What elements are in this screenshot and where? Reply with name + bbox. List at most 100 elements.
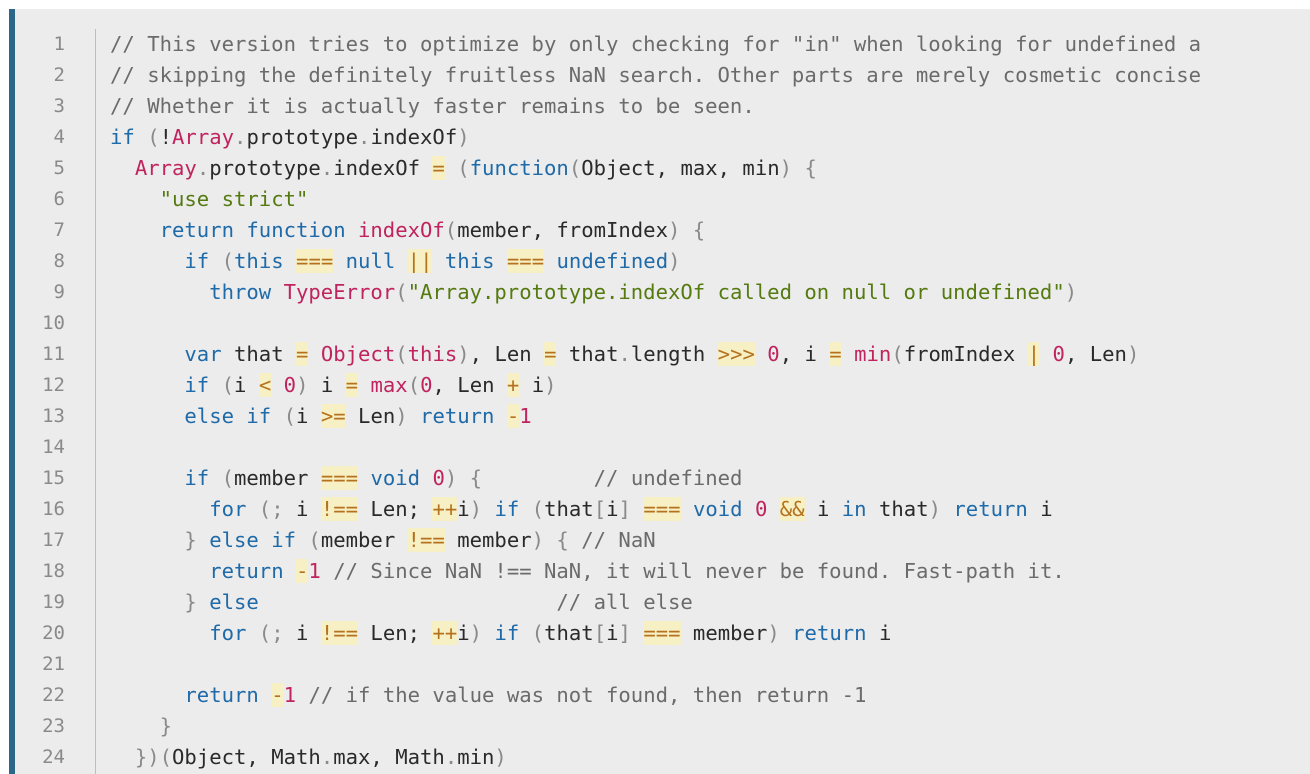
code-token: ( bbox=[395, 280, 408, 304]
code-token: if bbox=[184, 466, 210, 490]
code-token: === bbox=[320, 466, 359, 490]
code-token: i bbox=[1027, 497, 1053, 521]
code-line: // Whether it is actually faster remains… bbox=[110, 91, 1310, 122]
line-number: 2 bbox=[53, 64, 65, 86]
code-token: 0 bbox=[283, 373, 297, 397]
code-token: 0 bbox=[1052, 342, 1065, 366]
code-line: } bbox=[110, 711, 1310, 742]
code-token: 1 bbox=[308, 559, 321, 583]
code-line: else if (i >= Len) return -1 bbox=[110, 401, 1310, 432]
code-token: ( bbox=[519, 621, 545, 645]
code-token: else if bbox=[209, 528, 297, 552]
code-token: if bbox=[184, 373, 210, 397]
code-line: if (this === null || this === undefined) bbox=[110, 246, 1310, 277]
code-token: i bbox=[457, 621, 470, 645]
code-token: ) { bbox=[779, 156, 817, 180]
code-token: ( bbox=[209, 466, 235, 490]
code-token: 1 bbox=[283, 683, 297, 707]
line-number: 13 bbox=[42, 405, 65, 427]
code-token: member bbox=[234, 466, 321, 490]
line-number-gutter: 1 2 3 4 5 6 7 8 9 10 11 12 13 14 15 16 17 18 19 20 21 22 23 24 bbox=[15, 29, 92, 773]
code-token: null bbox=[345, 249, 396, 273]
code-line: return -1 // if the value was not found,… bbox=[110, 680, 1310, 711]
code-token: member, fromIndex bbox=[457, 218, 668, 242]
code-token: i bbox=[308, 373, 346, 397]
code-token: indexOf bbox=[358, 218, 445, 242]
code-token: . bbox=[320, 745, 334, 769]
code-token: Object bbox=[320, 342, 396, 366]
code-line: })(Object, Math.max, Math.min) bbox=[110, 742, 1310, 773]
code-token: >= bbox=[320, 404, 346, 428]
code-token: 0 bbox=[767, 342, 780, 366]
line-number: 21 bbox=[42, 653, 65, 675]
code-token: ) bbox=[494, 745, 507, 769]
line-number: 15 bbox=[42, 467, 65, 489]
code-token: "use strict" bbox=[159, 187, 309, 211]
code-token: return bbox=[420, 404, 495, 428]
code-token: !== bbox=[407, 528, 445, 552]
code-token: ) bbox=[457, 125, 470, 149]
code-token: ( bbox=[568, 156, 582, 180]
code-token: this bbox=[444, 249, 495, 273]
code-token: | bbox=[1027, 342, 1041, 366]
code-token: void bbox=[692, 497, 743, 521]
code-token: member bbox=[444, 528, 532, 552]
code-token: ) bbox=[544, 373, 557, 397]
code-token: min bbox=[854, 342, 892, 366]
line-number: 19 bbox=[42, 591, 65, 613]
code-token: return bbox=[184, 683, 259, 707]
code-token: member bbox=[320, 528, 408, 552]
code-token: return function bbox=[159, 218, 346, 242]
code-token: // all else bbox=[556, 590, 693, 614]
code-token: || bbox=[407, 249, 433, 273]
code-token: ) { bbox=[667, 218, 706, 242]
line-number: 5 bbox=[53, 157, 65, 179]
code-token: member bbox=[680, 621, 768, 645]
code-token: . bbox=[444, 745, 458, 769]
line-number: 17 bbox=[42, 529, 65, 551]
code-token: "Array.prototype.indexOf called on null … bbox=[407, 280, 1065, 304]
code-token: indexOf bbox=[370, 125, 458, 149]
code-token: Array bbox=[134, 156, 197, 180]
code-line: return function indexOf(member, fromInde… bbox=[110, 215, 1310, 246]
code-content[interactable]: // This version tries to optimize by onl… bbox=[110, 29, 1310, 773]
code-token: (; bbox=[246, 621, 297, 645]
code-line: if (member === void 0) { // undefined bbox=[110, 463, 1310, 494]
line-number: 3 bbox=[53, 95, 65, 117]
code-token: Len; bbox=[358, 497, 433, 521]
code-token: ) { bbox=[444, 466, 483, 490]
code-token: i bbox=[606, 621, 619, 645]
code-token: max, Math bbox=[333, 745, 445, 769]
code-token: if bbox=[110, 125, 135, 149]
code-token: ( bbox=[271, 404, 297, 428]
code-token: , Len bbox=[469, 342, 545, 366]
code-token: void bbox=[370, 466, 421, 490]
code-token: = bbox=[345, 373, 359, 397]
code-token: ( bbox=[519, 497, 545, 521]
line-number: 23 bbox=[42, 715, 65, 737]
code-token: // Whether it is actually faster remains… bbox=[110, 94, 755, 118]
code-token: . bbox=[234, 125, 247, 149]
